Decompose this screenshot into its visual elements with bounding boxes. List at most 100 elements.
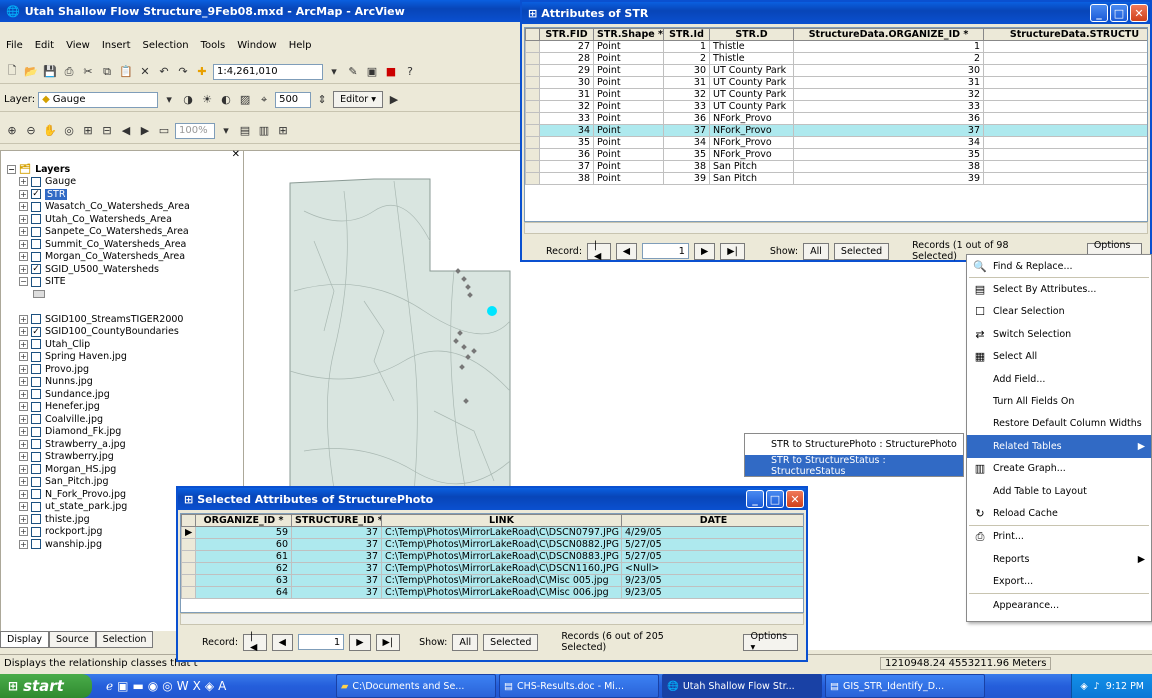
task-gis[interactable]: ▤ GIS_STR_Identify_D... <box>825 674 985 698</box>
layer-checkbox[interactable]: ✓ <box>31 326 41 337</box>
layer-checkbox[interactable] <box>31 539 41 550</box>
layer-checkbox[interactable] <box>31 476 41 487</box>
expand-icon[interactable]: + <box>19 527 28 537</box>
layer-checkbox[interactable]: ✓ <box>31 189 41 200</box>
snap-input[interactable]: 500 <box>275 91 312 108</box>
row-selector[interactable] <box>525 64 540 77</box>
layer-select[interactable]: ◆ Gauge <box>38 91 159 108</box>
contrast-icon[interactable]: ◑ <box>180 92 196 108</box>
expand-icon[interactable]: + <box>19 389 28 399</box>
menu-insert[interactable]: Insert <box>102 40 131 52</box>
menu-item[interactable]: ▥ Create Graph... <box>967 458 1151 480</box>
row-selector[interactable]: ▶ <box>181 526 196 539</box>
layer-dropdown-icon[interactable]: ▾ <box>161 92 177 108</box>
photo-column-header[interactable]: LINK <box>381 514 622 527</box>
menu-view[interactable]: View <box>66 40 90 52</box>
toc-layer-item[interactable]: + Morgan_Co_Watersheds_Area <box>19 251 243 264</box>
str-record-input[interactable]: 1 <box>642 243 689 259</box>
row-selector[interactable] <box>525 100 540 113</box>
row-selector[interactable] <box>525 148 540 161</box>
expand-icon[interactable]: + <box>19 489 28 499</box>
toc-layer-item[interactable]: + ✓ SGID100_CountyBoundaries <box>19 326 243 339</box>
prev-record-icon[interactable]: ◀ <box>615 242 638 260</box>
toc-layer-item[interactable]: + ✓ STR <box>19 188 243 201</box>
expand-icon[interactable]: + <box>19 227 28 237</box>
editor-toolbar-icon[interactable]: ✎ <box>345 64 361 80</box>
row-selector[interactable] <box>525 88 540 101</box>
new-icon[interactable]: 🗋 <box>4 64 20 80</box>
toc-layer-item[interactable]: + Sundance.jpg <box>19 388 243 401</box>
table-row[interactable]: 64 37 C:\Temp\Photos\MirrorLakeRoad\C\Misc… <box>181 586 803 599</box>
str-scrollbar[interactable] <box>524 222 1148 234</box>
expand-icon[interactable]: + <box>19 427 28 437</box>
arccatalog-icon[interactable]: ▣ <box>364 64 380 80</box>
copy-icon[interactable]: ⧉ <box>99 64 115 80</box>
menu-selection[interactable]: Selection <box>143 40 189 52</box>
expand-icon[interactable]: + <box>19 364 28 374</box>
table-row[interactable]: 36 Point 35 NFork_Provo 35 <box>525 148 1147 161</box>
layer-checkbox[interactable] <box>31 414 41 425</box>
menu-item[interactable]: Reports ▶ <box>967 548 1151 570</box>
layer-checkbox[interactable] <box>31 464 41 475</box>
row-selector[interactable] <box>525 172 540 185</box>
snap-icon[interactable]: ⌖ <box>256 92 272 108</box>
layer-checkbox[interactable] <box>31 364 41 375</box>
photo-column-header[interactable]: ORGANIZE_ID * <box>195 514 292 527</box>
expand-icon[interactable]: + <box>19 214 28 224</box>
table-row[interactable]: 61 37 C:\Temp\Photos\MirrorLakeRoad\C\DSCN… <box>181 550 803 563</box>
task-explorer[interactable]: ▰ C:\Documents and Se... <box>336 674 496 698</box>
menu-item[interactable]: ▤ Select By Attributes... <box>967 278 1151 300</box>
expand-icon[interactable]: + <box>19 189 28 199</box>
toc-layer-item[interactable]: + Henefer.jpg <box>19 401 243 414</box>
arctoolbox-icon[interactable]: ■ <box>383 64 399 80</box>
expand-icon[interactable]: + <box>19 502 28 512</box>
menu-edit[interactable]: Edit <box>35 40 54 52</box>
row-selector[interactable] <box>525 124 540 137</box>
table-row[interactable]: 62 37 C:\Temp\Photos\MirrorLakeRoad\C\DSCN… <box>181 562 803 575</box>
str-show-all-button[interactable]: All <box>803 242 829 260</box>
str-column-header[interactable]: STR.Id <box>663 28 710 41</box>
toc-layer-item[interactable]: − SITE <box>19 276 243 289</box>
next-record-icon[interactable]: ▶ <box>349 633 371 651</box>
toc-layer-item[interactable]: + Gauge <box>19 176 243 189</box>
layer-checkbox[interactable] <box>31 376 41 387</box>
close-icon[interactable]: ✕ <box>1130 4 1148 22</box>
last-record-icon[interactable]: ▶| <box>720 242 745 260</box>
table-row[interactable]: 32 Point 33 UT County Park 33 <box>525 100 1147 113</box>
explorer-icon[interactable]: ▬ <box>132 679 143 693</box>
photo-column-header[interactable]: DATE <box>621 514 803 527</box>
menu-item[interactable]: Add Field... <box>967 368 1151 390</box>
row-selector[interactable] <box>181 586 196 599</box>
acrobat-icon[interactable]: A <box>218 679 226 693</box>
table-row[interactable]: 29 Point 30 UT County Park 30 <box>525 64 1147 77</box>
toc-layer-item[interactable]: + Utah_Clip <box>19 338 243 351</box>
table-row[interactable]: 30 Point 31 UT County Park 31 <box>525 76 1147 89</box>
menu-help[interactable]: Help <box>289 40 312 52</box>
layer-checkbox[interactable] <box>31 389 41 400</box>
expand-icon[interactable]: + <box>19 377 28 387</box>
expand-icon[interactable]: + <box>19 314 28 324</box>
layer-checkbox[interactable] <box>31 226 41 237</box>
layout-icon-b[interactable]: ▥ <box>256 123 272 139</box>
menu-item[interactable]: Add Table to Layout <box>967 480 1151 502</box>
firefox-icon[interactable]: ◉ <box>148 679 158 693</box>
toc-layer-item[interactable]: + Wasatch_Co_Watersheds_Area <box>19 201 243 214</box>
first-record-icon[interactable]: |◀ <box>243 631 267 653</box>
photo-show-selected-button[interactable]: Selected <box>483 633 539 651</box>
layer-checkbox[interactable] <box>31 489 41 500</box>
expand-icon[interactable]: + <box>19 239 28 249</box>
maximize-icon[interactable]: □ <box>1110 4 1128 22</box>
start-button[interactable]: ⊞ start <box>0 674 92 698</box>
redo-icon[interactable]: ↷ <box>175 64 191 80</box>
cut-icon[interactable]: ✂ <box>80 64 96 80</box>
menu-item[interactable]: ⎙ Print... <box>967 526 1151 548</box>
menu-item[interactable]: ▦ Select All <box>967 346 1151 368</box>
menu-item[interactable]: ⇄ Switch Selection <box>967 323 1151 345</box>
brightness-icon[interactable]: ☀ <box>199 92 215 108</box>
print-icon[interactable]: ⎙ <box>61 64 77 80</box>
row-selector[interactable] <box>525 52 540 65</box>
menu-file[interactable]: File <box>6 40 23 52</box>
row-selector[interactable] <box>181 550 196 563</box>
layer-checkbox[interactable] <box>31 339 41 350</box>
expand-icon[interactable]: + <box>19 464 28 474</box>
